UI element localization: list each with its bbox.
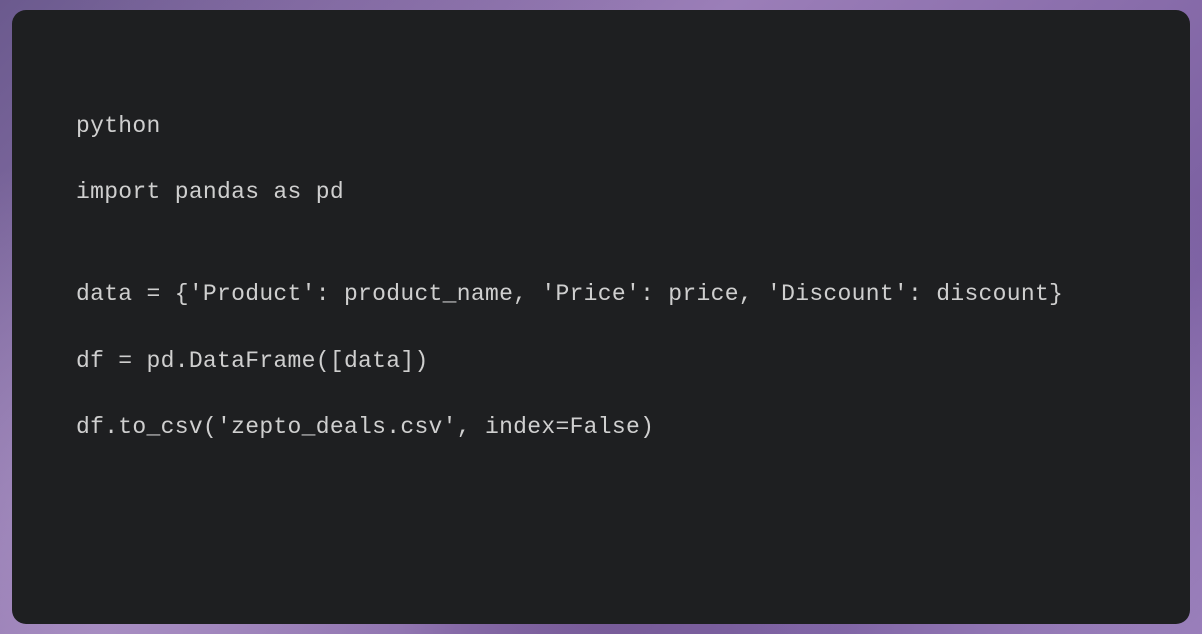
code-line-data-dict: data = {'Product': product_name, 'Price'… — [76, 278, 1126, 310]
code-language-label: python — [76, 110, 1126, 142]
code-line-tocsv: df.to_csv('zepto_deals.csv', index=False… — [76, 411, 1126, 443]
code-block-container: python import pandas as pd data = {'Prod… — [12, 10, 1190, 624]
code-blank-line — [76, 208, 1126, 278]
code-blank-line — [76, 311, 1126, 345]
code-blank-line — [76, 377, 1126, 411]
code-blank-line — [76, 142, 1126, 176]
code-line-import: import pandas as pd — [76, 176, 1126, 208]
code-line-dataframe: df = pd.DataFrame([data]) — [76, 345, 1126, 377]
